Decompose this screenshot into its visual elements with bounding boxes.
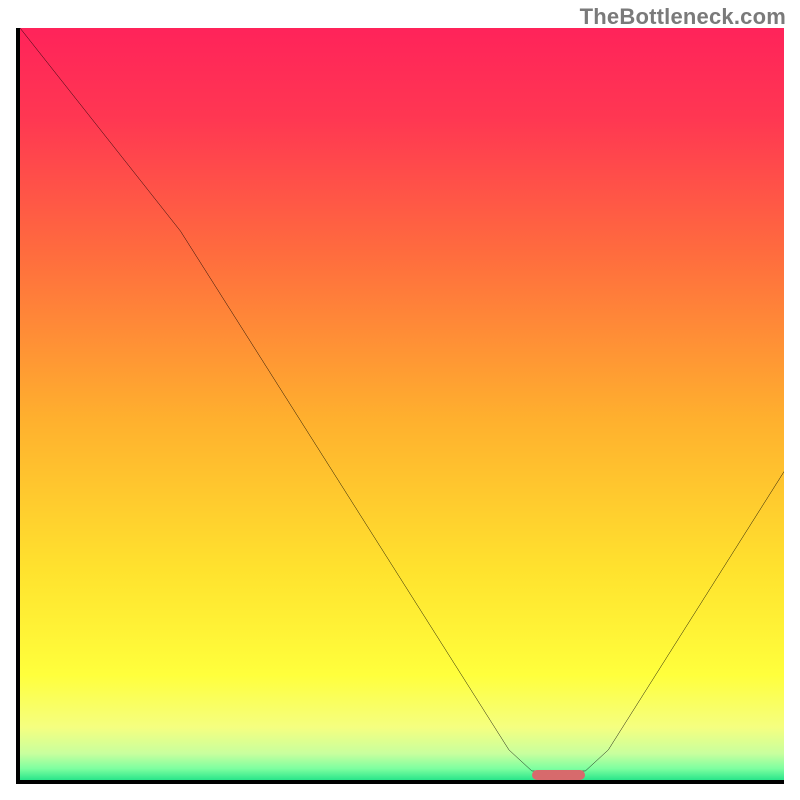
curve-path <box>20 28 784 771</box>
bottleneck-curve <box>20 28 784 780</box>
watermark-text: TheBottleneck.com <box>580 4 786 30</box>
sweet-spot-marker <box>532 770 585 780</box>
chart-container: TheBottleneck.com <box>0 0 800 800</box>
plot-area <box>16 28 784 784</box>
